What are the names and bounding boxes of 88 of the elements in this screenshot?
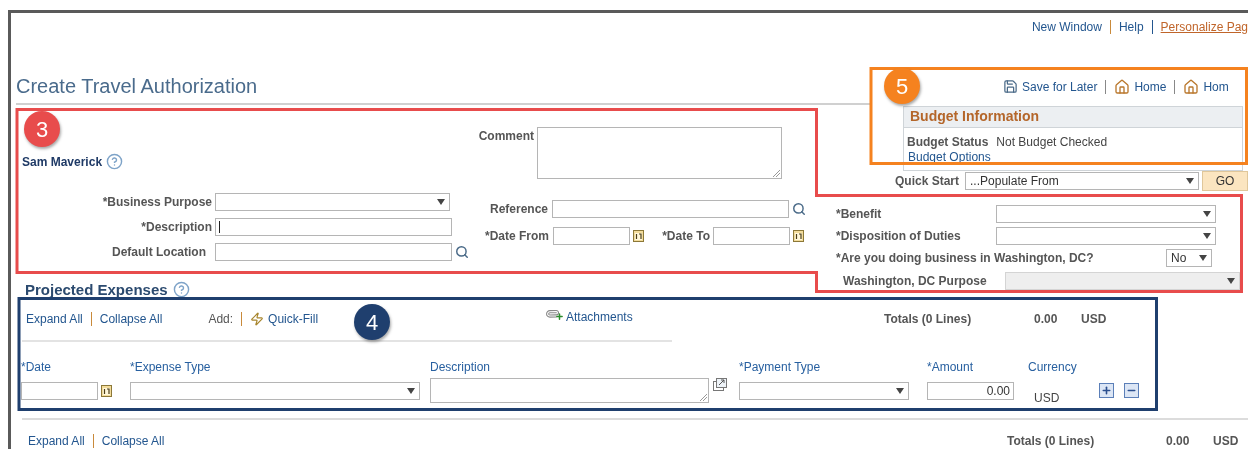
dropdown-arrow-icon [1186,177,1195,184]
field-label: *Disposition of Duties [836,227,962,245]
go-button[interactable]: GO [1202,170,1248,191]
header-link[interactable]: Home [1134,77,1167,96]
field-label: *Date From [484,227,549,245]
column-header: *Amount [927,359,974,374]
totals-label: Totals (0 Lines) [1007,433,1096,449]
search-icon[interactable] [455,244,469,259]
dropdown[interactable] [130,381,420,400]
attachments-link[interactable]: Attachments [566,307,633,326]
column-header: *Expense Type [130,359,211,374]
field-label: Washington, DC Purpose [843,272,988,290]
top-link[interactable]: New Window [1031,17,1102,36]
totals-currency: USD [1213,433,1239,449]
dropdown[interactable] [996,226,1216,245]
column-header: Description [430,359,491,374]
search-icon[interactable] [792,201,806,216]
collapse-all-link[interactable]: Collapse All [101,432,165,449]
dropdown-arrow-icon [1203,232,1211,239]
input-field[interactable] [713,226,790,245]
dropdown-arrow-icon [896,387,904,394]
budget-options-link[interactable]: Budget Options [907,149,1239,165]
status-value: Not Budget Checked [996,134,1108,150]
callout-number: 3 [24,111,60,147]
dropdown[interactable] [996,204,1216,223]
calendar-icon[interactable] [633,229,644,243]
field-label: Comment [477,127,534,145]
expand-all-link[interactable]: Expand All [26,309,83,328]
home-icon[interactable] [1183,78,1200,95]
input-field[interactable] [215,242,452,261]
dropdown[interactable]: ...Populate From [965,171,1200,190]
dropdown-arrow-icon [1227,277,1235,284]
dropdown-arrow-icon [407,387,415,394]
dropdown[interactable]: No [1166,248,1212,267]
collapse-all-link[interactable]: Collapse All [99,309,163,328]
currency-value: USD [1034,389,1061,407]
lightning-icon[interactable] [250,311,265,326]
totals-amount: 0.00 [1166,433,1191,449]
field-label: Quick Start [895,172,960,190]
field-label: *Business Purpose [101,193,212,211]
plus-icon [1101,385,1112,397]
resize-grip-icon[interactable] [699,393,707,402]
employee-name: Sam Maverick [22,153,103,171]
dropdown[interactable] [739,381,909,400]
home-icon[interactable] [1114,78,1131,95]
input-field[interactable] [215,217,452,236]
header-link[interactable]: Hom [1203,77,1229,96]
expand-all-link[interactable]: Expand All [28,432,85,449]
add-row-button[interactable] [1099,383,1114,399]
input-field[interactable]: 0.00 [927,381,1014,400]
field-label: *Date To [661,227,710,245]
text-area[interactable] [537,126,782,179]
dropdown[interactable] [215,192,450,211]
save-icon[interactable] [1003,79,1018,95]
header-link[interactable]: Save for Later [1022,77,1098,96]
page-title: Create Travel Authorization [15,73,259,98]
status-label: Budget Status [907,134,989,150]
field-label: Reference [488,200,548,218]
input-field[interactable] [552,199,789,218]
totals-label: Totals (0 Lines) [884,310,973,328]
callout-number: 5 [884,68,920,104]
section-title: Projected Expenses [25,279,168,300]
column-header: Currency [1028,359,1077,374]
column-header: *Payment Type [739,359,821,374]
field-label: Default Location [111,243,206,261]
dropdown-arrow-icon [437,198,445,205]
field-label: *Description [140,218,212,236]
dropdown-arrow-icon [1203,210,1211,217]
panel-header: Budget Information [904,106,1242,128]
callout-number: 4 [354,304,390,340]
column-header: *Date [21,359,52,374]
delete-row-button[interactable] [1124,383,1139,399]
field-label: *Benefit [836,205,883,223]
totals-currency: USD [1081,310,1107,328]
top-link[interactable]: Personalize Pag [1160,17,1248,36]
calendar-icon[interactable] [101,384,112,398]
input-field[interactable] [21,381,98,400]
resize-grip-icon[interactable] [772,168,780,177]
add-label: Add: [208,310,234,328]
help-icon[interactable] [172,281,190,299]
calendar-icon[interactable] [793,229,804,243]
totals-amount: 0.00 [1034,310,1059,328]
dropdown-arrow-icon [1199,254,1207,261]
field-label: *Are you doing business in Washington, DC? [836,249,1095,267]
input-field[interactable] [553,226,630,245]
expand-icon[interactable] [713,378,727,392]
top-link[interactable]: Help [1118,17,1144,36]
quick-fill-link[interactable]: Quick-Fill [268,309,319,328]
